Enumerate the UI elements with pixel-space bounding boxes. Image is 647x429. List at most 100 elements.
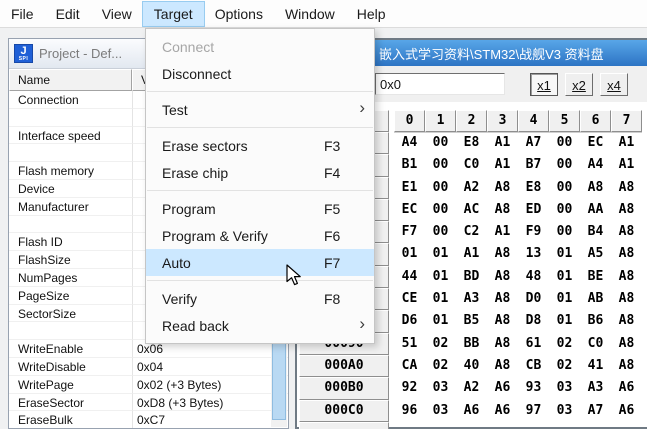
- hex-byte-cell[interactable]: 00: [425, 221, 456, 243]
- property-row-writedisable[interactable]: WriteDisable 0x04: [9, 357, 288, 376]
- hex-byte-cell[interactable]: 00: [549, 221, 580, 243]
- hex-byte-cell[interactable]: AC: [456, 199, 487, 221]
- hex-byte-cell[interactable]: C2: [456, 221, 487, 243]
- hex-byte-cell[interactable]: A6: [456, 400, 487, 422]
- hex-byte-cell[interactable]: A1: [487, 132, 518, 154]
- hex-byte-cell[interactable]: A2: [456, 177, 487, 199]
- hex-byte-cell[interactable]: A8: [611, 333, 642, 355]
- hex-byte-cell[interactable]: A8: [487, 243, 518, 265]
- hex-byte-cell[interactable]: A6: [611, 400, 642, 422]
- menu-item-verify[interactable]: Verify F8: [146, 285, 374, 312]
- hex-byte-cell[interactable]: 03: [549, 377, 580, 399]
- hex-byte-cell[interactable]: A1: [611, 154, 642, 176]
- hex-byte-cell[interactable]: A3: [580, 377, 611, 399]
- menu-item-program-verify[interactable]: Program & Verify F6: [146, 222, 374, 249]
- hex-byte-cell[interactable]: A8: [487, 310, 518, 332]
- hex-byte-cell[interactable]: 01: [549, 266, 580, 288]
- hex-byte-cell[interactable]: A7: [518, 132, 549, 154]
- hex-byte-cell[interactable]: A8: [611, 310, 642, 332]
- hex-byte-cell[interactable]: A3: [456, 288, 487, 310]
- hex-byte-cell[interactable]: F9: [518, 221, 549, 243]
- hex-byte-cell[interactable]: AB: [580, 288, 611, 310]
- hex-byte-cell[interactable]: 03: [425, 377, 456, 399]
- hex-byte-cell[interactable]: 03: [549, 400, 580, 422]
- hex-byte-cell[interactable]: 13: [518, 243, 549, 265]
- hex-byte-cell[interactable]: A8: [611, 221, 642, 243]
- hex-byte-cell[interactable]: AA: [580, 199, 611, 221]
- menubar-item-file[interactable]: File: [0, 2, 45, 26]
- hex-byte-cell[interactable]: 93: [518, 377, 549, 399]
- menubar-item-target[interactable]: Target: [141, 0, 205, 27]
- hex-byte-cell[interactable]: 00: [549, 199, 580, 221]
- hex-byte-cell[interactable]: 61: [518, 333, 549, 355]
- hex-byte-cell[interactable]: BE: [580, 266, 611, 288]
- hex-byte-cell[interactable]: A8: [611, 266, 642, 288]
- hex-byte-cell[interactable]: 01: [394, 243, 425, 265]
- hex-byte-cell[interactable]: 01: [425, 266, 456, 288]
- hex-byte-cell[interactable]: A2: [456, 377, 487, 399]
- hex-byte-cell[interactable]: A6: [611, 377, 642, 399]
- hex-byte-cell[interactable]: 01: [549, 243, 580, 265]
- hex-byte-cell[interactable]: A1: [487, 221, 518, 243]
- hex-byte-cell[interactable]: A5: [580, 243, 611, 265]
- hex-byte-cell[interactable]: 00: [425, 154, 456, 176]
- zoom-x4-button[interactable]: x4: [600, 73, 628, 96]
- hex-byte-cell[interactable]: 03: [425, 400, 456, 422]
- hex-byte-cell[interactable]: A8: [580, 177, 611, 199]
- hex-byte-cell[interactable]: F7: [394, 221, 425, 243]
- hex-byte-cell[interactable]: 00: [425, 199, 456, 221]
- address-input[interactable]: [375, 73, 505, 95]
- hex-byte-cell[interactable]: 00: [425, 132, 456, 154]
- menu-item-connect[interactable]: Connect: [146, 33, 374, 60]
- hex-byte-cell[interactable]: E8: [456, 132, 487, 154]
- hex-byte-cell[interactable]: 00: [549, 132, 580, 154]
- hex-byte-cell[interactable]: 41: [580, 355, 611, 377]
- hex-byte-cell[interactable]: 96: [394, 400, 425, 422]
- hex-byte-cell[interactable]: 44: [394, 266, 425, 288]
- property-row-erasebulk[interactable]: EraseBulk 0xC7: [9, 411, 288, 428]
- menubar-item-help[interactable]: Help: [346, 2, 397, 26]
- hex-byte-cell[interactable]: A8: [611, 243, 642, 265]
- hex-byte-cell[interactable]: A8: [487, 199, 518, 221]
- hex-byte-cell[interactable]: EC: [580, 132, 611, 154]
- hex-byte-cell[interactable]: B6: [580, 310, 611, 332]
- hex-byte-cell[interactable]: A1: [456, 243, 487, 265]
- menubar-item-edit[interactable]: Edit: [45, 2, 91, 26]
- hex-byte-cell[interactable]: BD: [456, 266, 487, 288]
- menu-item-erase-chip[interactable]: Erase chip F4: [146, 159, 374, 186]
- hex-byte-cell[interactable]: A8: [487, 355, 518, 377]
- menubar-item-window[interactable]: Window: [274, 2, 346, 26]
- hex-byte-cell[interactable]: 00: [425, 177, 456, 199]
- hex-byte-cell[interactable]: CE: [394, 288, 425, 310]
- menu-item-disconnect[interactable]: Disconnect: [146, 60, 374, 87]
- hex-byte-cell[interactable]: 00: [549, 154, 580, 176]
- hex-byte-cell[interactable]: E1: [394, 177, 425, 199]
- hex-byte-cell[interactable]: 01: [549, 310, 580, 332]
- hex-byte-cell[interactable]: A8: [611, 177, 642, 199]
- hex-byte-cell[interactable]: BB: [456, 333, 487, 355]
- hex-byte-cell[interactable]: A6: [487, 377, 518, 399]
- menu-item-auto[interactable]: Auto F7: [146, 249, 374, 276]
- hex-byte-cell[interactable]: CB: [518, 355, 549, 377]
- hex-byte-cell[interactable]: A4: [394, 132, 425, 154]
- hex-byte-cell[interactable]: C0: [456, 154, 487, 176]
- hex-byte-cell[interactable]: EC: [394, 199, 425, 221]
- hex-byte-cell[interactable]: 40: [456, 355, 487, 377]
- hex-byte-cell[interactable]: A1: [487, 154, 518, 176]
- hex-byte-cell[interactable]: A8: [611, 355, 642, 377]
- hex-byte-cell[interactable]: 02: [549, 333, 580, 355]
- hex-byte-cell[interactable]: A8: [611, 199, 642, 221]
- hex-byte-cell[interactable]: 02: [425, 333, 456, 355]
- hex-byte-cell[interactable]: 01: [425, 288, 456, 310]
- hex-byte-cell[interactable]: 02: [425, 355, 456, 377]
- hex-byte-cell[interactable]: B4: [580, 221, 611, 243]
- zoom-x1-button[interactable]: x1: [530, 73, 558, 96]
- hex-byte-cell[interactable]: D6: [394, 310, 425, 332]
- menubar-item-view[interactable]: View: [91, 2, 143, 26]
- hex-byte-cell[interactable]: D8: [518, 310, 549, 332]
- hex-byte-cell[interactable]: 01: [549, 288, 580, 310]
- hex-byte-cell[interactable]: B7: [518, 154, 549, 176]
- hex-byte-cell[interactable]: A8: [487, 333, 518, 355]
- hex-byte-cell[interactable]: ED: [518, 199, 549, 221]
- hex-byte-cell[interactable]: C0: [580, 333, 611, 355]
